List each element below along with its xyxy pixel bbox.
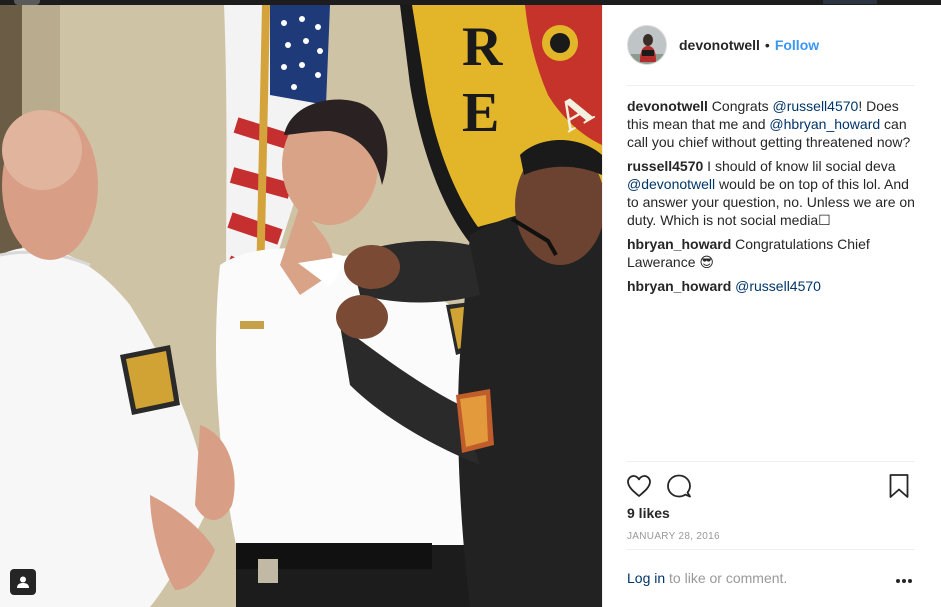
action-bar <box>625 469 919 503</box>
divider <box>627 549 915 550</box>
like-button[interactable] <box>625 472 653 500</box>
like-count[interactable]: 9 likes <box>627 505 670 521</box>
sign-letter: E <box>462 82 499 144</box>
mention-link[interactable]: @russell4570 <box>735 278 821 294</box>
separator-dot: • <box>764 37 770 53</box>
heart-icon <box>627 475 651 497</box>
login-link[interactable]: Log in <box>627 570 665 586</box>
bookmark-icon <box>889 474 909 498</box>
mention-link[interactable]: @hbryan_howard <box>769 116 880 132</box>
avatar[interactable] <box>627 25 667 65</box>
strip-decoration <box>823 0 877 4</box>
comment-list: devonotwell Congrats @russell4570! Does … <box>627 97 917 301</box>
post-header: devonotwell • Follow <box>627 23 915 67</box>
post-photo[interactable]: R E A <box>0 5 602 607</box>
sign-letter: R <box>462 16 503 78</box>
login-prompt-text: to like or comment. <box>665 570 788 586</box>
divider <box>627 461 915 462</box>
author-username[interactable]: devonotwell <box>679 37 760 53</box>
comment-username[interactable]: devonotwell <box>627 98 708 114</box>
photo-scene: R E A <box>0 5 602 607</box>
comment-item: hbryan_howard @russell4570 <box>627 277 917 295</box>
post-date[interactable]: JANUARY 28, 2016 <box>627 531 720 542</box>
tag-button[interactable] <box>10 569 36 595</box>
comment-button[interactable] <box>665 472 693 500</box>
comment-username[interactable]: hbryan_howard <box>627 278 731 294</box>
comment-username[interactable]: hbryan_howard <box>627 236 731 252</box>
mention-link[interactable]: @russell4570 <box>773 98 859 114</box>
login-prompt: Log in to like or comment. <box>627 570 787 586</box>
comment-bubble-icon <box>667 474 691 498</box>
comment-text: I should of know lil social deva <box>703 158 896 174</box>
instagram-post-window: R E A devonotwell • Follow devonotwell C… <box>0 0 941 607</box>
more-options-button[interactable] <box>895 572 913 583</box>
comment-username[interactable]: russell4570 <box>627 158 703 174</box>
comment-item: devonotwell Congrats @russell4570! Does … <box>627 97 917 151</box>
save-button[interactable] <box>885 472 913 500</box>
comment-text: Congrats <box>707 98 773 114</box>
divider <box>627 85 915 86</box>
comment-item: hbryan_howard Congratulations Chief Lawe… <box>627 235 917 271</box>
more-options-icon <box>896 579 912 583</box>
comment-item: russell4570 I should of know lil social … <box>627 157 917 229</box>
mention-link[interactable]: @devonotwell <box>627 176 715 192</box>
user-tag-icon <box>17 576 29 588</box>
follow-button[interactable]: Follow <box>775 37 819 53</box>
post-details-panel: devonotwell • Follow devonotwell Congrat… <box>602 5 941 607</box>
avatar-image <box>628 26 666 64</box>
